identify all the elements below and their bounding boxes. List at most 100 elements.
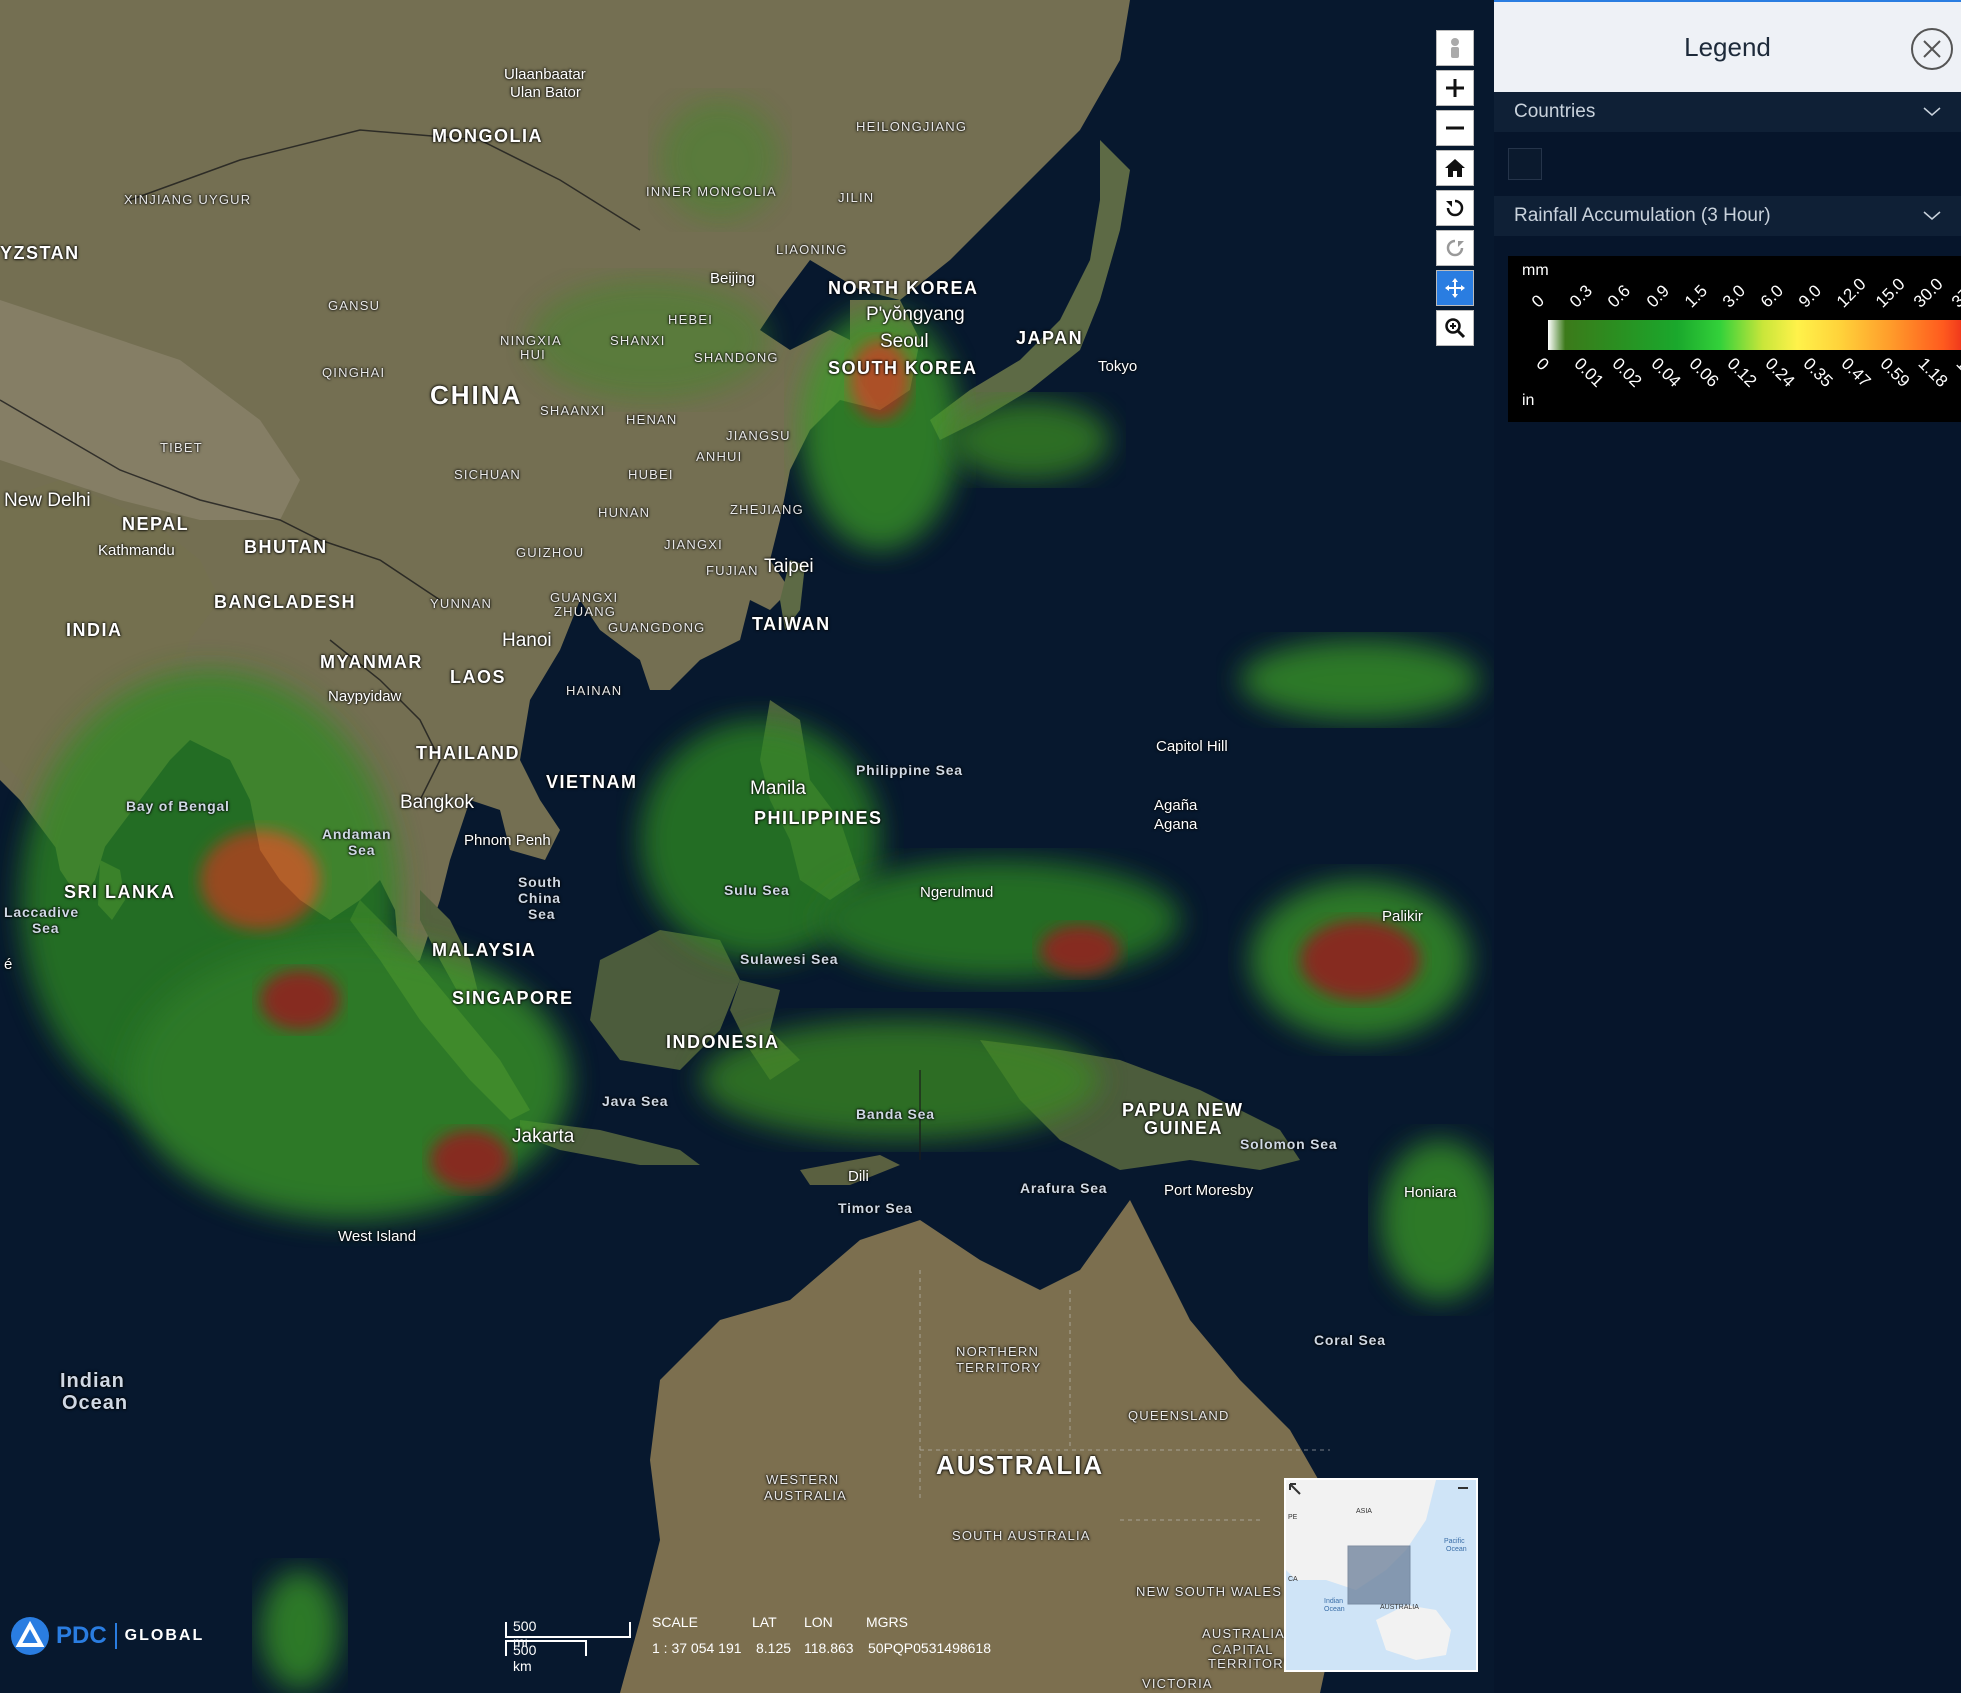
section-rainfall-label: Rainfall Accumulation (3 Hour) bbox=[1514, 205, 1771, 226]
map-toolbar bbox=[1436, 30, 1474, 350]
minus-icon bbox=[1446, 126, 1464, 130]
rainfall-colorbar: mm in 0 0.3 0.6 0.9 1.5 3.0 6.0 9.0 12.0 15.0 30.0… bbox=[1508, 256, 1961, 422]
label-china: CHINA bbox=[430, 380, 523, 410]
section-rainfall[interactable]: Rainfall Accumulation (3 Hour) bbox=[1494, 196, 1961, 236]
label-indian-ocean: Indian bbox=[60, 1370, 125, 1392]
pan-button[interactable] bbox=[1436, 270, 1474, 306]
scale-value: 1 : 37 054 191 bbox=[652, 1640, 742, 1656]
rain-unit-in: in bbox=[1522, 392, 1535, 409]
label-naypyidaw: Naypyidaw bbox=[328, 688, 402, 705]
rotate-left-button[interactable] bbox=[1436, 190, 1474, 226]
label-qinghai: QINGHAI bbox=[322, 365, 386, 380]
home-button[interactable] bbox=[1436, 150, 1474, 186]
label-victoria: VICTORIA bbox=[1142, 1676, 1213, 1691]
in-tick-label: 0.02 bbox=[1608, 354, 1646, 391]
label-yunnan: YUNNAN bbox=[430, 596, 493, 611]
label-andaman-sea2: Sea bbox=[348, 842, 376, 858]
label-banda-sea: Banda Sea bbox=[856, 1106, 935, 1122]
label-inner-mongolia: INNER MONGOLIA bbox=[646, 184, 777, 199]
label-guizhou: GUIZHOU bbox=[516, 545, 585, 560]
label-anhui: ANHUI bbox=[696, 449, 743, 464]
home-icon bbox=[1445, 159, 1465, 177]
lat-label: LAT bbox=[752, 1614, 777, 1630]
label-south-china-sea3: Sea bbox=[528, 906, 556, 922]
section-countries[interactable]: Countries bbox=[1494, 92, 1961, 132]
label-shandong: SHANDONG bbox=[694, 350, 779, 365]
label-guangdong: GUANGDONG bbox=[608, 620, 706, 635]
label-indian-ocean2: Ocean bbox=[62, 1392, 129, 1414]
label-honiara: Honiara bbox=[1404, 1184, 1457, 1201]
zoom-box-icon bbox=[1445, 318, 1466, 339]
label-zhejiang: ZHEJIANG bbox=[730, 502, 804, 517]
label-northern-territory: NORTHERN bbox=[956, 1344, 1040, 1359]
label-dili: Dili bbox=[848, 1168, 869, 1185]
minimap-pacific: Pacific bbox=[1444, 1538, 1465, 1545]
chevron-down-icon bbox=[1923, 211, 1941, 220]
label-philippines: PHILIPPINES bbox=[754, 808, 883, 828]
label-agana2: Agana bbox=[1154, 816, 1198, 833]
label-north-korea: NORTH KOREA bbox=[828, 278, 979, 298]
label-indonesia: INDONESIA bbox=[666, 1032, 780, 1052]
label-mongolia: MONGOLIA bbox=[432, 126, 543, 146]
person-icon bbox=[1451, 38, 1459, 58]
mgrs-value: 50PQP0531498618 bbox=[868, 1640, 991, 1656]
label-australia: AUSTRALIA bbox=[936, 1450, 1105, 1480]
label-south-china-sea2: China bbox=[518, 890, 561, 906]
label-india: INDIA bbox=[66, 620, 123, 640]
in-tick-label: 1.18 bbox=[1914, 354, 1952, 391]
in-tick-label: 0.24 bbox=[1761, 354, 1799, 391]
label-act: AUSTRALIAN bbox=[1202, 1626, 1296, 1641]
label-laos: LAOS bbox=[450, 667, 507, 687]
in-tick-label: 0.12 bbox=[1723, 354, 1761, 391]
logo-brand: PDC bbox=[56, 1622, 107, 1649]
mm-tick-label: 1.5 bbox=[1680, 281, 1711, 312]
basemap bbox=[0, 0, 1494, 1693]
map-view[interactable]: Ulaanbaatar Ulan Bator MONGOLIA HEILONGJIAN… bbox=[0, 0, 1494, 1693]
minimap-asia: ASIA bbox=[1356, 1508, 1372, 1515]
countries-swatch bbox=[1508, 148, 1542, 180]
label-jiangxi: JIANGXI bbox=[664, 537, 723, 552]
label-java-sea: Java Sea bbox=[602, 1093, 669, 1109]
zoom-in-button[interactable] bbox=[1436, 70, 1474, 106]
scale-label: SCALE bbox=[652, 1614, 698, 1630]
in-tick-label: 0.01 bbox=[1570, 354, 1608, 391]
label-hainan: HAINAN bbox=[566, 683, 623, 698]
minimap-pacific2: Ocean bbox=[1446, 1546, 1467, 1553]
in-tick-label: 0 bbox=[1532, 354, 1553, 375]
minimap-australia: AUSTRALIA bbox=[1380, 1604, 1419, 1611]
label-bangkok: Bangkok bbox=[400, 792, 474, 813]
mm-tick-label: 15.0 bbox=[1871, 274, 1909, 312]
zoom-out-button[interactable] bbox=[1436, 110, 1474, 146]
label-south-china-sea: South bbox=[518, 874, 562, 890]
close-icon bbox=[1923, 40, 1941, 58]
label-malaysia: MALAYSIA bbox=[432, 940, 537, 960]
label-sulu-sea: Sulu Sea bbox=[724, 882, 790, 898]
mm-tick-label: 37.0 bbox=[1947, 274, 1961, 312]
label-western-australia: WESTERN bbox=[766, 1472, 840, 1487]
rain-unit-mm: mm bbox=[1522, 262, 1549, 279]
legend-close-button[interactable] bbox=[1911, 28, 1953, 70]
rotate-right-button[interactable] bbox=[1436, 230, 1474, 266]
label-jilin: JILIN bbox=[838, 190, 875, 205]
in-tick-label: 1.46 bbox=[1952, 354, 1961, 391]
mm-tick-label: 0.9 bbox=[1642, 281, 1673, 312]
label-queensland: QUEENSLAND bbox=[1128, 1408, 1230, 1423]
rainfall-gradient bbox=[1548, 320, 1961, 350]
label-west-island: West Island bbox=[338, 1228, 417, 1245]
label-beijing: Beijing bbox=[710, 270, 756, 287]
streetview-button[interactable] bbox=[1436, 30, 1474, 66]
zoom-box-button[interactable] bbox=[1436, 310, 1474, 346]
mm-tick-label: 12.0 bbox=[1833, 274, 1871, 312]
label-tibet: TIBET bbox=[160, 440, 203, 455]
in-tick-label: 0.04 bbox=[1647, 354, 1684, 391]
label-guinea: GUINEA bbox=[1144, 1118, 1224, 1138]
overview-minimap[interactable]: ASIA Pacific Ocean Indian Ocean AUSTRALI… bbox=[1284, 1478, 1478, 1672]
legend-title: Legend bbox=[1684, 31, 1771, 62]
label-coral-sea: Coral Sea bbox=[1314, 1332, 1386, 1348]
minimap-indian: Indian bbox=[1324, 1598, 1344, 1605]
mm-tick-label: 0.6 bbox=[1604, 281, 1635, 312]
label-myanmar: MYANMAR bbox=[320, 652, 423, 672]
label-hui: HUI bbox=[520, 347, 546, 362]
label-singapore: SINGAPORE bbox=[452, 988, 574, 1008]
minimap-indian2: Ocean bbox=[1324, 1606, 1345, 1613]
